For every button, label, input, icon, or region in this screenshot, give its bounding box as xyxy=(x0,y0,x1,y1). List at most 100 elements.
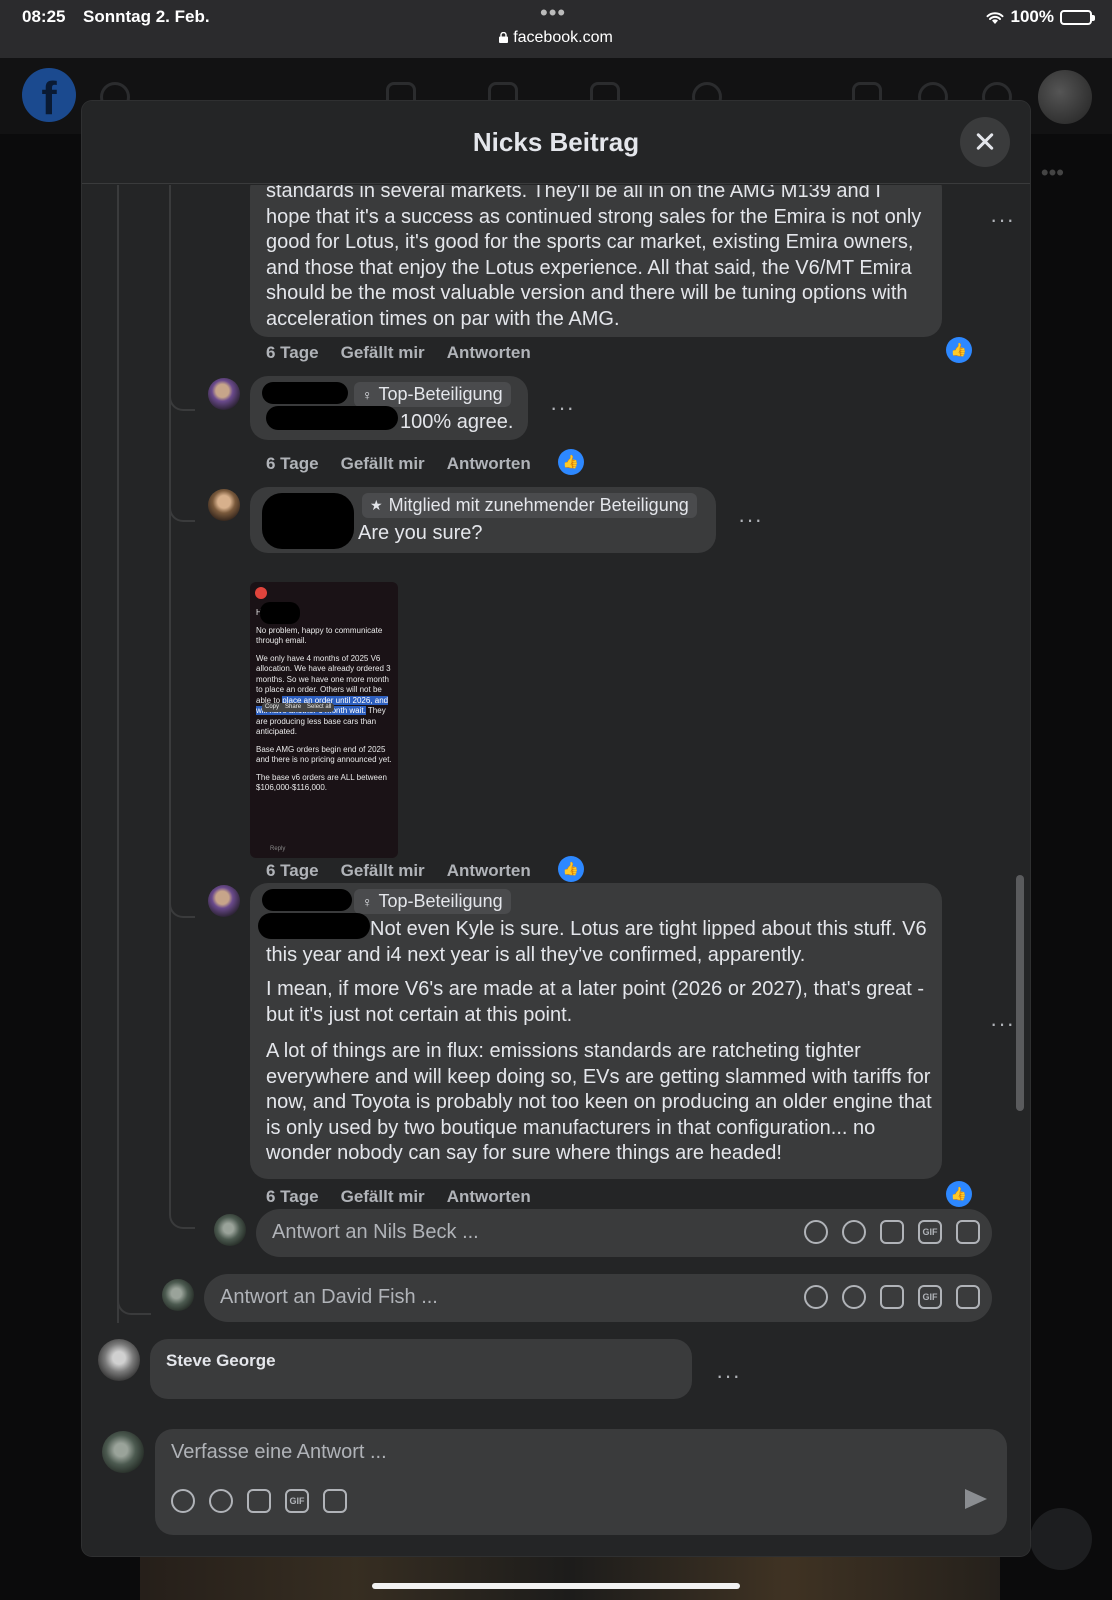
award-icon: ♀ xyxy=(362,386,373,403)
gif-icon[interactable]: GIF xyxy=(918,1285,942,1309)
comment-text: I mean, if more V6's are made at a later… xyxy=(266,978,924,1026)
home-indicator[interactable] xyxy=(372,1583,740,1589)
avatar[interactable] xyxy=(208,378,240,410)
thumb-reply: Reply xyxy=(270,845,286,852)
comment-bubble: standards in several markets. They'll be… xyxy=(250,185,942,337)
reply-placeholder: Antwort an Nils Beck ... xyxy=(272,1221,479,1243)
thumbs-up-reaction-icon[interactable]: 👍 xyxy=(946,337,972,363)
battery-icon xyxy=(1060,9,1095,25)
comment-actions: 6 Tage Gefällt mir Antworten xyxy=(266,861,531,881)
thumb-paragraph: Base AMG orders begin end of 2025 and th… xyxy=(256,744,392,765)
background-photo xyxy=(140,1556,1000,1600)
my-avatar xyxy=(214,1214,246,1246)
comment-text: 100% agree. xyxy=(400,411,514,433)
rising-contributor-badge: ★ Mitglied mit zunehmender Beteiligung xyxy=(362,493,697,518)
comment-bubble: ★Mitglied mit zunehmender Beteiligung k … xyxy=(250,487,716,553)
avatar[interactable] xyxy=(98,1339,140,1381)
comment-time[interactable]: 6 Tage xyxy=(266,861,319,881)
emoji-icon[interactable] xyxy=(842,1285,866,1309)
background-more-icon: ••• xyxy=(1040,160,1064,185)
star-icon: ★ xyxy=(370,497,383,513)
camera-icon[interactable] xyxy=(247,1489,271,1513)
comment-options-button[interactable]: ··· xyxy=(716,1363,741,1389)
comment-options-button[interactable]: ··· xyxy=(738,507,763,533)
battery-percent: 100% xyxy=(1010,7,1054,26)
input-tools: GIF xyxy=(804,1285,980,1309)
comment-options-button[interactable]: ··· xyxy=(990,207,1015,233)
top-contributor-badge: ♀ Top-Beteiligung xyxy=(354,889,511,914)
thumb-menu-copy: Copy xyxy=(265,704,280,710)
thumb-menu-select: Select all xyxy=(307,704,332,710)
new-message-button[interactable] xyxy=(1030,1508,1092,1570)
gif-icon[interactable]: GIF xyxy=(918,1220,942,1244)
thumbs-up-reaction-icon[interactable]: 👍 xyxy=(558,449,584,475)
avatar[interactable] xyxy=(208,885,240,917)
comment-text: A lot of things are in flux: emissions s… xyxy=(266,1040,932,1164)
address-bar[interactable]: facebook.com xyxy=(0,29,1112,47)
reply-input-david[interactable]: Antwort an David Fish ... GIF xyxy=(204,1274,992,1322)
sticker-icon[interactable] xyxy=(956,1220,980,1244)
main-reply-composer[interactable]: Verfasse eine Antwort ... GIF xyxy=(155,1429,1007,1535)
reply-button[interactable]: Antworten xyxy=(447,343,531,363)
avatar[interactable] xyxy=(208,489,240,521)
comment-options-button[interactable]: ··· xyxy=(990,1011,1015,1037)
like-button[interactable]: Gefällt mir xyxy=(341,343,425,363)
multitasking-dots[interactable]: ••• xyxy=(540,0,566,26)
comment-author[interactable]: Steve George xyxy=(166,1347,676,1371)
profile-avatar[interactable] xyxy=(1038,70,1092,124)
comment-image-attachment[interactable]: Hi No problem, happy to communicate thro… xyxy=(250,582,398,858)
thumb-context-menu: Copy Share Select all xyxy=(262,703,335,712)
badge-label: Top-Beteiligung xyxy=(378,384,503,404)
comment-bubble: ♀Top-Beteiligung k 100% agree. xyxy=(250,376,528,440)
status-indicators: 100% xyxy=(985,7,1095,27)
status-date: Sonntag 2. Feb. xyxy=(83,7,210,26)
comment-options-button[interactable]: ··· xyxy=(550,395,575,421)
comment-time[interactable]: 6 Tage xyxy=(266,454,319,474)
like-button[interactable]: Gefällt mir xyxy=(341,454,425,474)
reply-placeholder: Antwort an David Fish ... xyxy=(220,1286,438,1308)
lock-icon xyxy=(499,32,509,43)
gif-icon[interactable]: GIF xyxy=(285,1489,309,1513)
facebook-logo-icon[interactable]: f xyxy=(22,68,76,124)
thread-line-inner xyxy=(169,185,171,1211)
reply-button[interactable]: Antworten xyxy=(447,861,531,881)
comment-text: Are you sure? xyxy=(358,522,483,544)
avatar-sticker-icon[interactable] xyxy=(804,1220,828,1244)
like-button[interactable]: Gefällt mir xyxy=(341,861,425,881)
reply-input-nils[interactable]: Antwort an Nils Beck ... GIF xyxy=(256,1209,992,1257)
url-text: facebook.com xyxy=(513,29,613,46)
top-contributor-badge: ♀ Top-Beteiligung xyxy=(354,382,511,407)
scrollbar[interactable] xyxy=(1016,875,1024,1111)
thumb-menu-share: Share xyxy=(285,704,302,710)
comments-scroll-area[interactable]: standards in several markets. They'll be… xyxy=(82,185,1030,1510)
thread-connector xyxy=(169,1211,195,1229)
emoji-icon[interactable] xyxy=(209,1489,233,1513)
thumbs-up-reaction-icon[interactable]: 👍 xyxy=(946,1181,972,1207)
avatar-sticker-icon[interactable] xyxy=(804,1285,828,1309)
reply-button[interactable]: Antworten xyxy=(447,454,531,474)
post-modal: Nicks Beitrag standards in several marke… xyxy=(82,101,1030,1556)
redaction xyxy=(266,406,398,430)
thumbs-up-reaction-icon[interactable]: 👍 xyxy=(558,856,584,882)
badge-label: Mitglied mit zunehmender Beteiligung xyxy=(388,495,689,515)
redaction xyxy=(260,602,300,624)
thumb-paragraph: The base v6 orders are ALL between $106,… xyxy=(256,772,387,793)
modal-header: Nicks Beitrag xyxy=(82,101,1030,184)
reply-button[interactable]: Antworten xyxy=(447,1187,531,1207)
avatar-sticker-icon[interactable] xyxy=(171,1489,195,1513)
like-button[interactable]: Gefällt mir xyxy=(341,1187,425,1207)
comment-actions: 6 Tage Gefällt mir Antworten xyxy=(266,343,531,363)
emoji-icon[interactable] xyxy=(842,1220,866,1244)
comment-time[interactable]: 6 Tage xyxy=(266,343,319,363)
comment-actions: 6 Tage Gefällt mir Antworten xyxy=(266,1187,531,1207)
comment-bubble: Steve George xyxy=(150,1339,692,1399)
close-button[interactable] xyxy=(960,117,1010,167)
redaction xyxy=(258,913,370,939)
camera-icon[interactable] xyxy=(880,1285,904,1309)
camera-icon[interactable] xyxy=(880,1220,904,1244)
comment-time[interactable]: 6 Tage xyxy=(266,1187,319,1207)
send-icon[interactable] xyxy=(965,1489,987,1509)
composer-tools: GIF xyxy=(171,1489,347,1513)
sticker-icon[interactable] xyxy=(323,1489,347,1513)
sticker-icon[interactable] xyxy=(956,1285,980,1309)
